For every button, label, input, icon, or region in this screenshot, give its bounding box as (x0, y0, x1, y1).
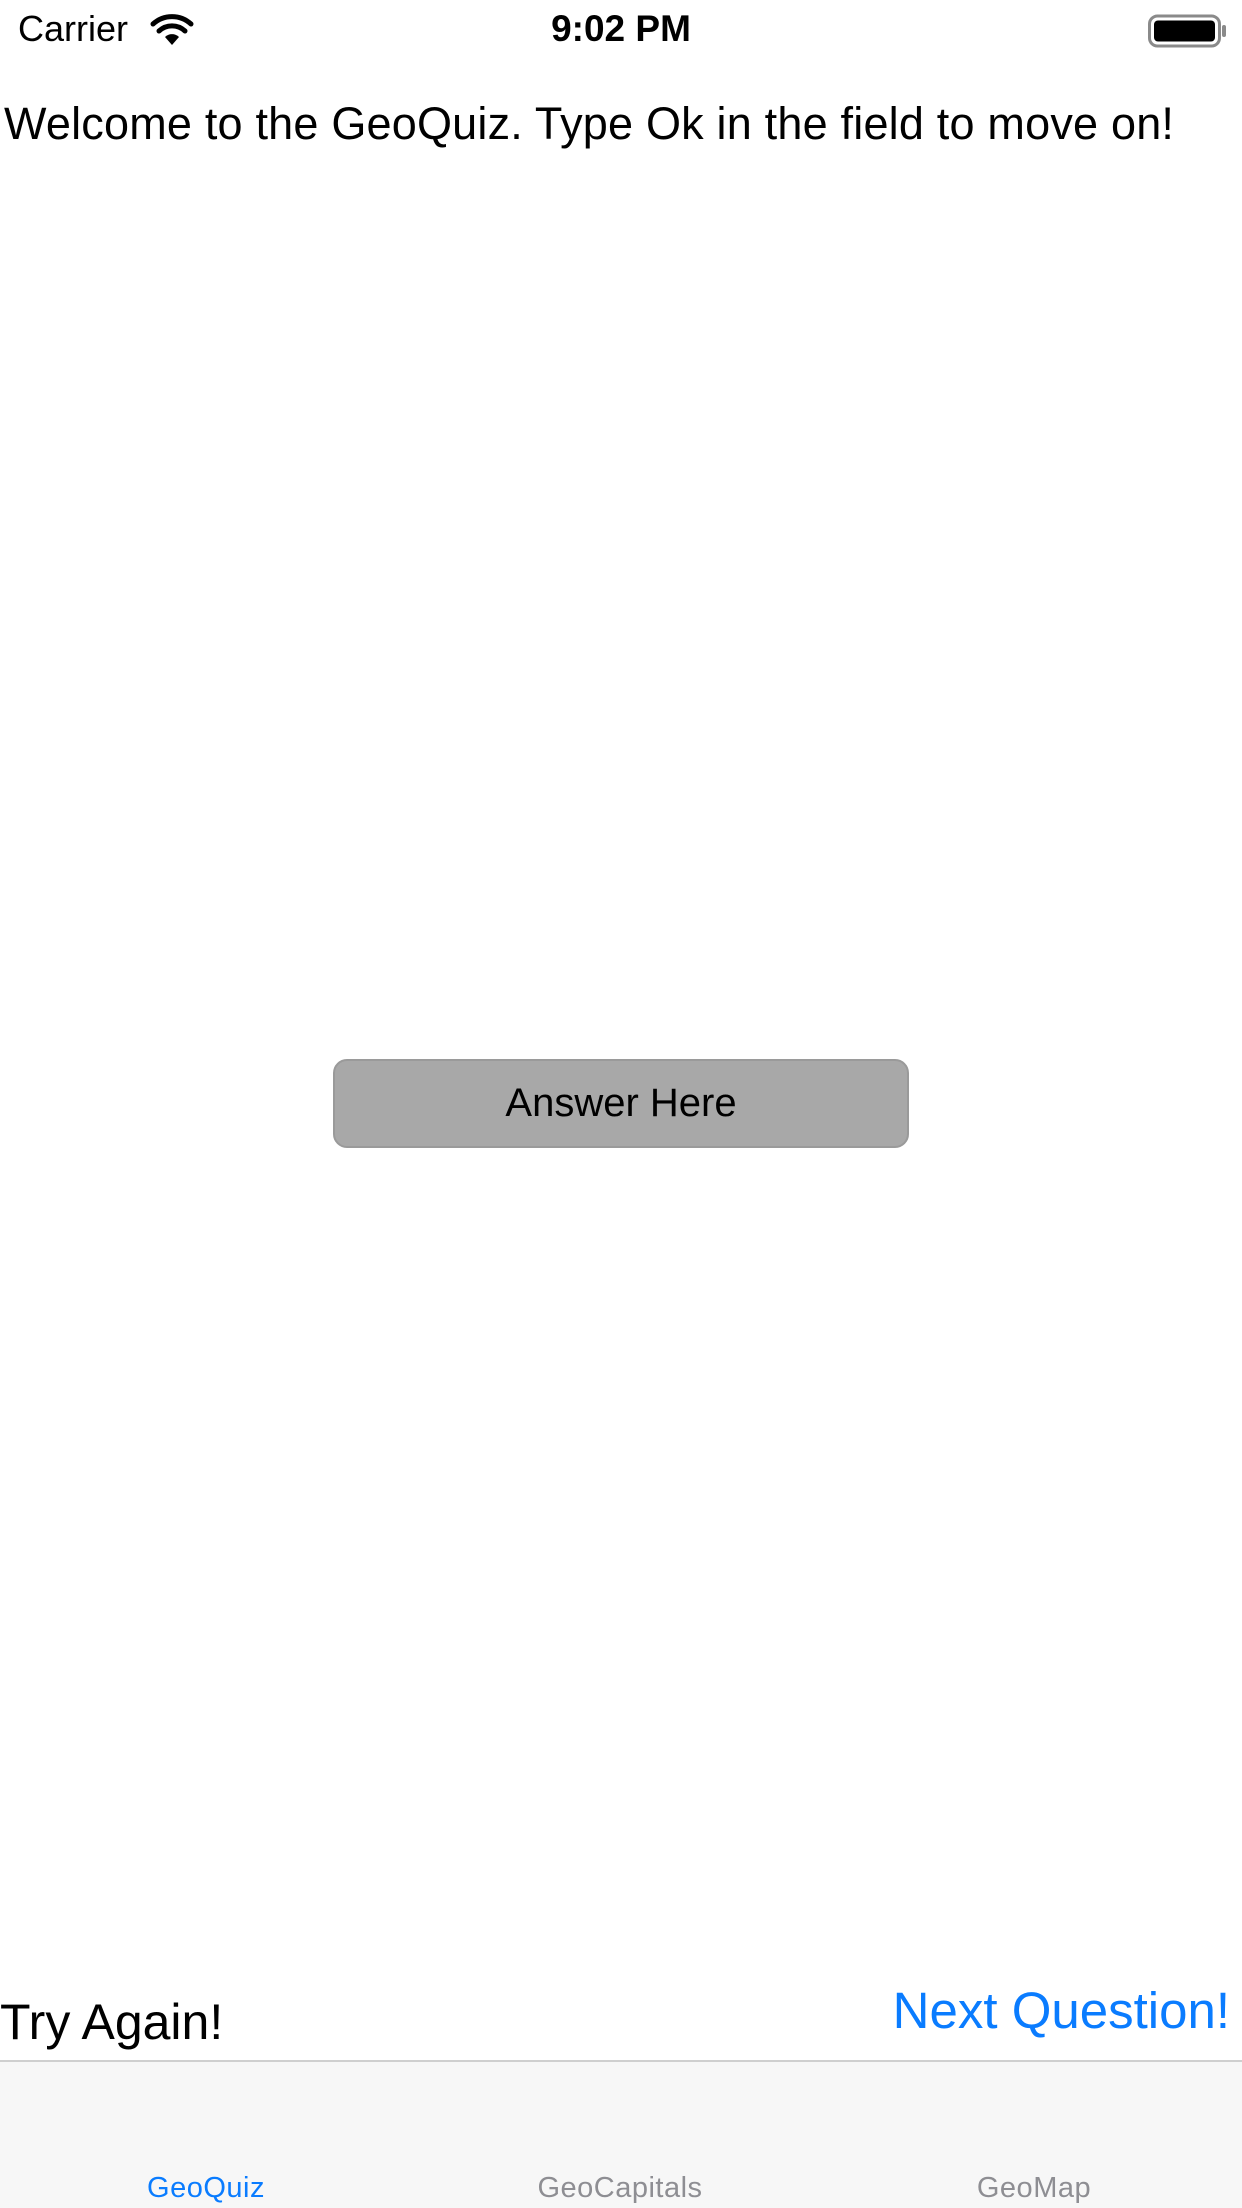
tab-label: GeoMap (976, 2172, 1092, 2204)
battery-full-icon (1148, 13, 1228, 49)
quiz-prompt: Welcome to the GeoQuiz. Type Ok in the f… (4, 98, 1175, 149)
app-screen: Carrier 9:02 PM Welcome to the GeoQuiz. … (0, 0, 1242, 2208)
tab-geoquiz[interactable]: GeoQuiz (0, 2172, 412, 2205)
answer-input[interactable] (333, 1059, 909, 1148)
tab-geomap[interactable]: GeoMap (828, 2172, 1240, 2205)
tab-geocapitals[interactable]: GeoCapitals (414, 2172, 826, 2205)
tab-bar: GeoQuiz GeoCapitals GeoMap (0, 2060, 1242, 2208)
status-time: 9:02 PM (551, 8, 691, 49)
tab-label: GeoCapitals (537, 2172, 703, 2204)
status-bar: Carrier 9:02 PM (0, 0, 1242, 60)
feedback-label: Try Again! (0, 1994, 224, 2050)
tab-label: GeoQuiz (147, 2172, 265, 2204)
next-question-button[interactable]: Next Question! (893, 1981, 1230, 2040)
